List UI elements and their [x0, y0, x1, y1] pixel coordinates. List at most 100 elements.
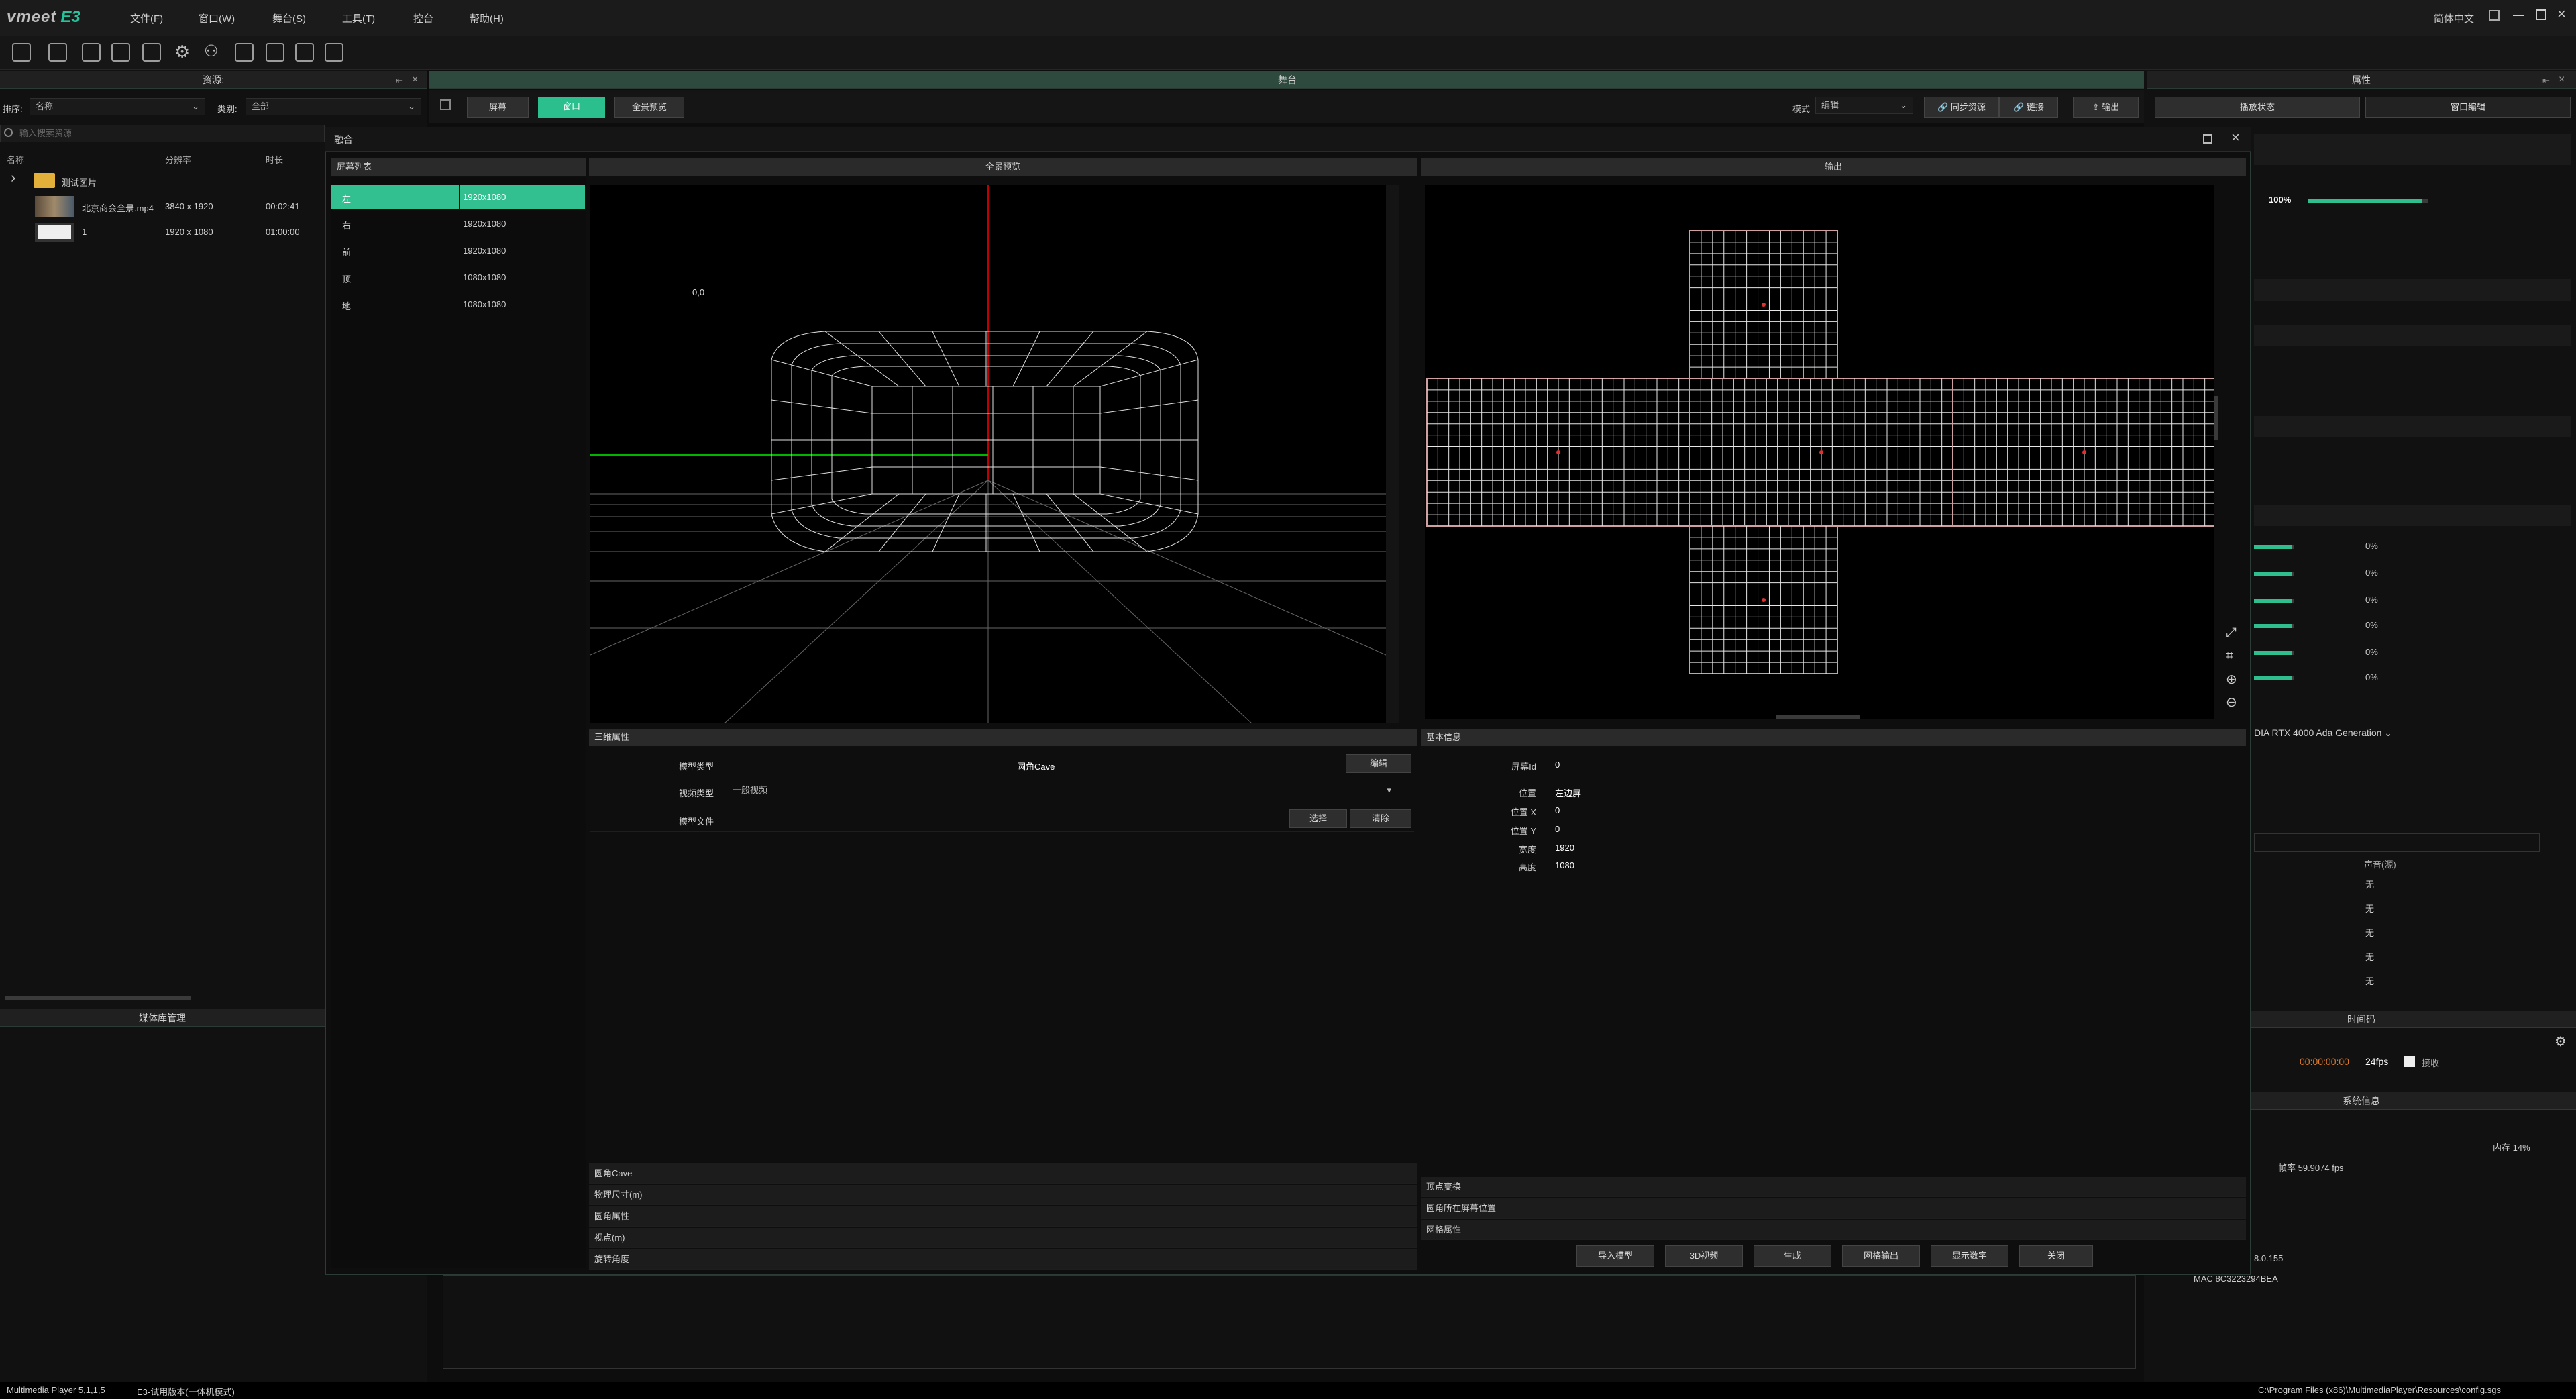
section-cave[interactable]: 圆角Cave	[589, 1163, 1417, 1184]
section-grid-props[interactable]: 网格属性	[1421, 1220, 2246, 1240]
basic-value[interactable]: 0	[1555, 760, 1560, 770]
audio-value[interactable]: 无	[2365, 878, 2374, 890]
clear-file-button[interactable]: 清除	[1350, 809, 1411, 828]
tab-window[interactable]: 窗口	[538, 97, 605, 118]
minimize-icon[interactable]	[2513, 15, 2524, 16]
list-icon[interactable]	[111, 43, 130, 62]
search-input[interactable]: 输入搜索资源	[0, 125, 325, 142]
section-vertex-transform[interactable]: 顶点变换	[1421, 1177, 2246, 1197]
tab-panorama[interactable]: 全景预览	[614, 97, 684, 118]
level-slider[interactable]	[2254, 599, 2294, 603]
panel-close-icon[interactable]: ×	[2559, 74, 2565, 86]
maximize-icon[interactable]	[2203, 134, 2212, 144]
dropdown[interactable]	[2254, 833, 2540, 852]
menu-console[interactable]: 控台	[413, 11, 433, 25]
language-switch[interactable]: 简体中文	[2434, 11, 2474, 25]
show-numbers-button[interactable]: 显示数字	[1931, 1245, 2008, 1267]
generate-button[interactable]: 生成	[1754, 1245, 1831, 1267]
sync-resource-button[interactable]: 🔗 同步资源	[1924, 97, 1999, 118]
section-physical-size[interactable]: 物理尺寸(m)	[589, 1185, 1417, 1205]
layers-icon[interactable]	[82, 43, 101, 62]
list-item-name[interactable]: 1	[82, 227, 87, 237]
dock-icon[interactable]: ⇤	[396, 75, 403, 86]
menu-tools[interactable]: 工具(T)	[342, 11, 375, 25]
grid-icon[interactable]	[325, 43, 343, 62]
menu-file[interactable]: 文件(F)	[130, 11, 163, 25]
link-button[interactable]: 🔗 链接	[1999, 97, 2058, 118]
type-select[interactable]: 全部 ⌄	[246, 98, 421, 115]
audio-value[interactable]: 无	[2365, 926, 2374, 939]
screen-name[interactable]: 地	[342, 299, 351, 312]
select-file-button[interactable]: 选择	[1289, 809, 1347, 828]
tab-screen[interactable]: 屏幕	[467, 97, 529, 118]
level-slider[interactable]	[2254, 545, 2294, 549]
screen-name[interactable]: 左	[342, 192, 351, 205]
close-icon[interactable]: ×	[2231, 129, 2240, 146]
panel-close-icon[interactable]: ×	[412, 74, 418, 86]
window-icon[interactable]	[295, 43, 314, 62]
dock-icon[interactable]: ⇤	[2542, 75, 2550, 86]
audio-value[interactable]: 无	[2365, 974, 2374, 987]
level-slider[interactable]	[2254, 572, 2294, 576]
lock-icon[interactable]	[2489, 10, 2500, 21]
lock-icon[interactable]	[440, 99, 451, 110]
basic-value[interactable]: 左边屏	[1555, 786, 1581, 799]
tab-window-edit[interactable]: 窗口编辑	[2365, 97, 2571, 118]
gear-icon[interactable]: ⚙	[174, 42, 190, 62]
screen-name[interactable]: 前	[342, 246, 351, 258]
output-button[interactable]: ⇪ 输出	[2073, 97, 2139, 118]
basic-value[interactable]: 0	[1555, 824, 1560, 834]
basic-value[interactable]: 0	[1555, 805, 1560, 815]
mode-select[interactable]: 编辑 ⌄	[1815, 97, 1913, 114]
screen-add-icon[interactable]	[266, 43, 284, 62]
horizontal-scrollbar[interactable]	[5, 996, 191, 1000]
output-grid-viewport[interactable]	[1425, 185, 2216, 719]
zoom-slider[interactable]	[2308, 199, 2428, 203]
gear-icon[interactable]: ⚙	[2555, 1033, 2567, 1050]
screen-name[interactable]: 顶	[342, 272, 351, 285]
vertical-scrollbar[interactable]	[2214, 396, 2218, 440]
zoom-in-icon[interactable]: ⊕	[2226, 671, 2237, 688]
close-icon[interactable]: ×	[2557, 5, 2566, 23]
3d-video-button[interactable]: 3D视频	[1665, 1245, 1743, 1267]
focus-icon[interactable]: ⌗	[2226, 648, 2233, 664]
zoom-out-icon[interactable]: ⊖	[2226, 694, 2237, 711]
gpu-select[interactable]: DIA RTX 4000 Ada Generation ⌄	[2254, 727, 2392, 739]
sort-select[interactable]: 名称 ⌄	[30, 98, 205, 115]
receive-checkbox[interactable]	[2404, 1056, 2415, 1067]
level-slider[interactable]	[2254, 676, 2294, 680]
panorama-preview-viewport[interactable]	[590, 185, 1387, 724]
section-rotation[interactable]: 旋转角度	[589, 1249, 1417, 1270]
video-type-select[interactable]: 一般视频 ▾	[727, 782, 1394, 800]
section-corner-props[interactable]: 圆角属性	[589, 1206, 1417, 1227]
level-slider[interactable]	[2254, 651, 2294, 655]
section-viewpoint[interactable]: 视点(m)	[589, 1228, 1417, 1248]
maximize-icon[interactable]	[2536, 9, 2546, 20]
save-as-icon[interactable]	[48, 43, 67, 62]
tab-play-status[interactable]: 播放状态	[2155, 97, 2360, 118]
screen-name[interactable]: 右	[342, 219, 351, 231]
level-slider[interactable]	[2254, 624, 2294, 628]
save-icon[interactable]	[12, 43, 31, 62]
list-item-name[interactable]: 北京商会全景.mp4	[82, 201, 154, 214]
audio-value[interactable]: 无	[2365, 950, 2374, 963]
basic-value[interactable]: 1080	[1555, 860, 1574, 870]
section-corner-position[interactable]: 圆角所在屏幕位置	[1421, 1198, 2246, 1219]
audio-value[interactable]: 无	[2365, 902, 2374, 915]
grid-output-button[interactable]: 网格输出	[1842, 1245, 1920, 1267]
horizontal-scrollbar[interactable]	[1776, 715, 1860, 719]
import-icon[interactable]	[142, 43, 161, 62]
import-model-button[interactable]: 导入模型	[1576, 1245, 1654, 1267]
folder-name[interactable]: 测试图片	[62, 176, 97, 189]
menu-stage[interactable]: 舞台(S)	[272, 11, 306, 25]
basic-value[interactable]: 1920	[1555, 843, 1574, 853]
edit-button[interactable]: 编辑	[1346, 754, 1411, 773]
fit-icon[interactable]: ⤢	[2226, 625, 2237, 641]
vertical-scrollbar[interactable]	[1386, 185, 1399, 723]
monitor-icon[interactable]	[235, 43, 254, 62]
menu-help[interactable]: 帮助(H)	[470, 11, 504, 25]
menu-window[interactable]: 窗口(W)	[199, 11, 235, 25]
chevron-right-icon[interactable]: ›	[11, 169, 15, 187]
close-button[interactable]: 关闭	[2019, 1245, 2093, 1267]
user-icon[interactable]: ⚇	[204, 42, 219, 61]
